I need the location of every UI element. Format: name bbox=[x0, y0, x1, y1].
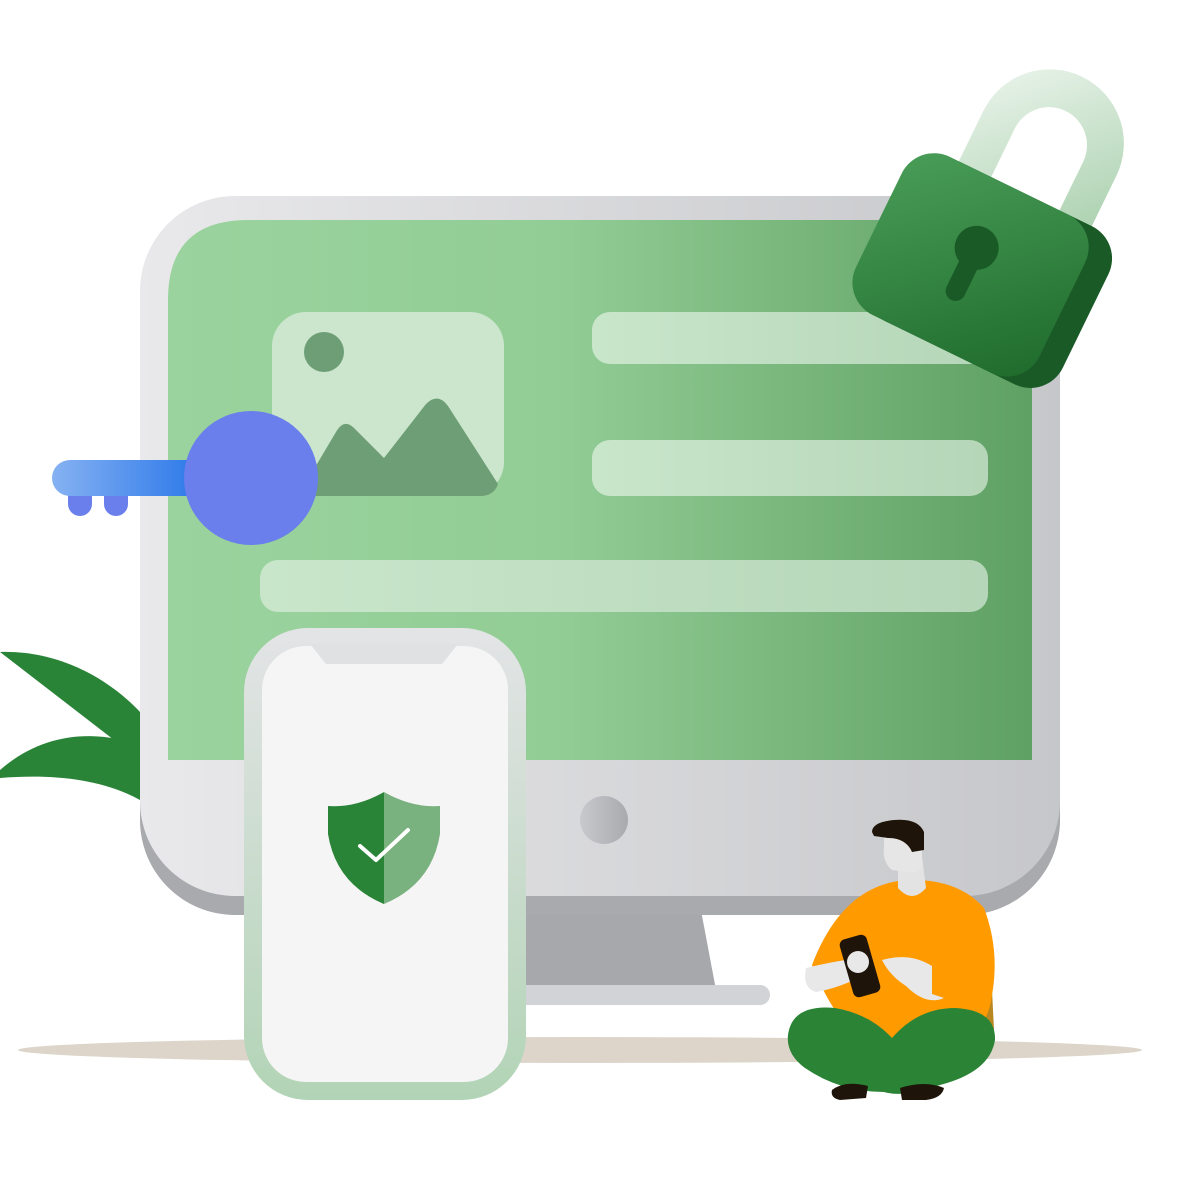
monitor-base bbox=[500, 985, 770, 1005]
person-shoe-right bbox=[900, 1084, 944, 1100]
person-shoe-left bbox=[831, 1083, 868, 1100]
smartphone bbox=[244, 628, 526, 1100]
text-bar-2 bbox=[592, 440, 988, 496]
plant-leaves bbox=[0, 651, 140, 800]
sun-dot bbox=[304, 332, 344, 372]
person-hand bbox=[847, 951, 869, 973]
phone-notch bbox=[310, 644, 458, 664]
monitor-stand bbox=[520, 905, 716, 990]
monitor-power-button bbox=[580, 796, 628, 844]
text-bar-3 bbox=[260, 560, 988, 612]
security-illustration bbox=[0, 69, 1142, 1100]
